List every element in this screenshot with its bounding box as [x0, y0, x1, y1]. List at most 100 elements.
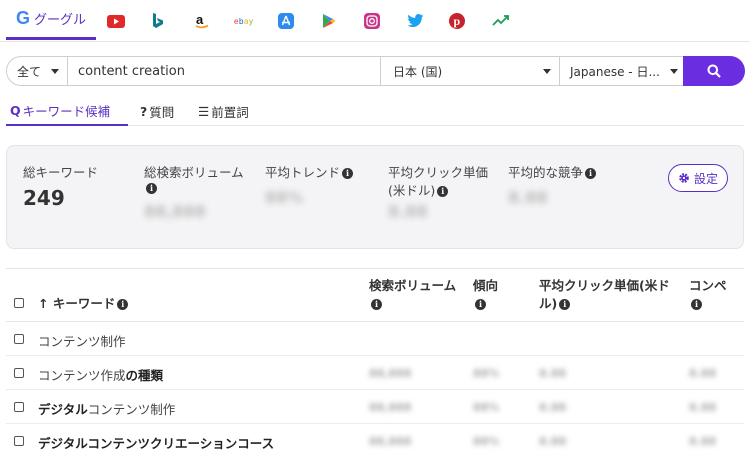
stat-value: 88%: [265, 188, 304, 207]
trends-icon: [492, 15, 509, 26]
result-tabs: Q キーワード候補 ? 質問 ☰ 前置詞: [6, 96, 744, 126]
svg-text:y: y: [249, 17, 253, 26]
stat-value: 249: [23, 186, 65, 210]
engine-tab-twitter[interactable]: [403, 0, 427, 42]
volume-cell: 88,888: [369, 401, 412, 414]
stat-average-trend: 平均トレンド i 88%: [265, 164, 354, 207]
language-select[interactable]: Japanese - 日...: [559, 56, 687, 86]
engine-tab-google[interactable]: G グーグル: [6, 0, 96, 40]
keyword-cell[interactable]: コンテンツ制作: [38, 331, 126, 350]
svg-text:a: a: [196, 13, 204, 27]
search-button[interactable]: [683, 56, 745, 86]
info-icon[interactable]: i: [559, 299, 571, 310]
google-icon: G: [15, 8, 30, 28]
table-header: ↑ キーワード i 検索ボリューム i 傾向 i 平均クリック単価(米ド ル) i コンペ…: [6, 268, 744, 322]
list-icon: ☰: [198, 103, 210, 119]
engine-tab-youtube[interactable]: [104, 0, 128, 42]
app-store-icon: [278, 13, 294, 29]
row-checkbox[interactable]: [14, 368, 24, 378]
stat-average-cpc: 平均クリック単価 (米ドル) i 8.88: [388, 164, 488, 221]
stat-value: 8.88: [388, 202, 428, 221]
chevron-down-icon: [51, 69, 59, 74]
row-checkbox[interactable]: [14, 436, 24, 446]
info-icon[interactable]: i: [437, 186, 449, 197]
chevron-down-icon: [543, 69, 551, 74]
bing-icon: [153, 13, 163, 28]
stat-label: 総キーワード: [23, 165, 99, 180]
search-bar: 全て content creation 日本 (国) Japanese - 日.…: [6, 56, 745, 86]
stat-label: 平均的な競争: [508, 165, 584, 180]
row-checkbox[interactable]: [14, 334, 24, 344]
info-icon[interactable]: i: [117, 299, 129, 310]
info-icon[interactable]: i: [146, 183, 157, 194]
engine-tab-app-store[interactable]: [274, 0, 298, 42]
cpc-cell: 8.88: [539, 401, 567, 414]
tab-prepositions[interactable]: ☰ 前置詞: [194, 96, 253, 126]
stat-average-competition: 平均的な競争 i 8.88: [508, 164, 597, 207]
tab-questions[interactable]: ? 質問: [136, 96, 178, 126]
info-icon[interactable]: i: [371, 299, 382, 310]
keyword-search-input[interactable]: content creation: [67, 56, 381, 86]
engine-tab-google-play[interactable]: [317, 0, 341, 42]
table-row[interactable]: デジタルコンテンツクリエーションコース 88,888 88% 8.88 8.88: [6, 424, 744, 454]
table-row[interactable]: コンテンツ制作: [6, 322, 744, 356]
trend-cell: 88%: [473, 367, 500, 380]
table-row[interactable]: デジタルコンテンツ制作 88,888 88% 8.88 8.88: [6, 390, 744, 424]
engine-tab-ebay[interactable]: ebay: [231, 0, 259, 42]
country-value: 日本 (国): [393, 64, 443, 79]
cpc-cell: 8.88: [539, 367, 567, 380]
info-icon[interactable]: i: [475, 299, 486, 310]
question-icon: ?: [140, 103, 148, 119]
row-checkbox[interactable]: [14, 402, 24, 412]
engine-tab-instagram[interactable]: [360, 0, 384, 42]
engine-tab-bing[interactable]: [146, 0, 170, 42]
tab-label: 質問: [149, 104, 175, 120]
volume-cell: 88,888: [369, 435, 412, 448]
stat-label: 平均トレンド: [265, 165, 341, 180]
engine-tab-pinterest[interactable]: p: [445, 0, 469, 42]
svg-text:p: p: [454, 14, 461, 28]
search-query-value: content creation: [78, 63, 185, 79]
search-icon: [707, 64, 721, 78]
trend-cell: 88%: [473, 435, 500, 448]
settings-button[interactable]: 設定: [668, 164, 728, 192]
competition-cell: 8.88: [689, 401, 717, 414]
category-select[interactable]: 全て: [6, 56, 68, 86]
stat-label: (米ドル): [388, 183, 436, 198]
column-header-cpc[interactable]: 平均クリック単価(米ド ル) i: [539, 277, 670, 313]
ebay-icon: ebay: [234, 17, 253, 26]
column-header-competition[interactable]: コンペ i: [689, 277, 727, 313]
competition-cell: 8.88: [689, 435, 717, 448]
gear-icon: [679, 173, 689, 183]
keyword-cell[interactable]: デジタルコンテンツ制作: [38, 399, 175, 418]
engine-tab-amazon[interactable]: a: [190, 0, 214, 42]
info-icon[interactable]: i: [342, 168, 354, 179]
info-icon[interactable]: i: [585, 168, 597, 179]
youtube-icon: [107, 14, 125, 28]
language-value: Japanese - 日...: [570, 64, 660, 79]
tab-label: キーワード候補: [22, 103, 111, 119]
stat-search-volume: 総検索ボリューム i 88,888: [144, 164, 244, 221]
category-value: 全て: [17, 64, 42, 79]
engine-tab-label: グーグル: [34, 13, 87, 28]
keyword-cell[interactable]: デジタルコンテンツクリエーションコース: [38, 433, 274, 452]
summary-card: 総キーワード 249 総検索ボリューム i 88,888 平均トレンド i 88%…: [6, 145, 744, 249]
tab-keyword-suggestions[interactable]: Q キーワード候補: [6, 96, 128, 126]
competition-cell: 8.88: [689, 367, 717, 380]
select-all-checkbox[interactable]: [14, 298, 24, 308]
tab-label: 前置詞: [211, 104, 249, 120]
instagram-icon: [364, 13, 380, 29]
stat-total-keywords: 総キーワード 249: [23, 164, 98, 210]
table-row[interactable]: コンテンツ作成の種類 88,888 88% 8.88 8.88: [6, 356, 744, 390]
column-header-volume[interactable]: 検索ボリューム i: [369, 277, 456, 313]
stat-label: 平均クリック単価: [388, 165, 489, 180]
engine-tab-trends[interactable]: [489, 0, 513, 42]
info-icon[interactable]: i: [691, 299, 702, 310]
volume-cell: 88,888: [369, 367, 412, 380]
stat-value: 88,888: [144, 202, 206, 221]
country-select[interactable]: 日本 (国): [380, 56, 560, 86]
column-header-keyword[interactable]: ↑ キーワード i: [38, 295, 129, 313]
trend-cell: 88%: [473, 401, 500, 414]
column-header-trend[interactable]: 傾向 i: [473, 277, 498, 313]
keyword-cell[interactable]: コンテンツ作成の種類: [38, 365, 163, 384]
